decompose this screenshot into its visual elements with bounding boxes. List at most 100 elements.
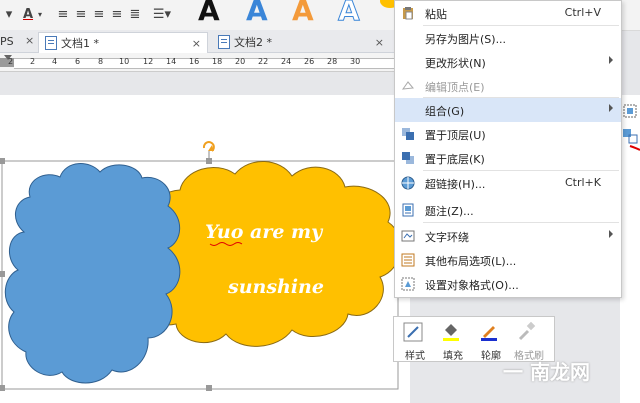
menu-item-text-wrap[interactable]: 文字环绕 xyxy=(395,224,621,248)
menu-label: 编辑顶点(E) xyxy=(425,81,485,94)
resize-handle-bottom xyxy=(206,385,212,391)
ruler-number: 4 xyxy=(52,57,58,66)
justify-icon[interactable]: ≡ xyxy=(110,5,124,23)
ruler-number: 2 xyxy=(30,57,36,66)
caption-icon xyxy=(402,203,414,217)
close-tab-icon[interactable]: × xyxy=(25,34,34,47)
menu-item-hyperlink[interactable]: 超链接(H)... Ctrl+K xyxy=(395,171,621,195)
menu-label: 置于底层(K) xyxy=(425,153,485,166)
ruler-number: 14 xyxy=(166,57,177,66)
text-wrap-icon xyxy=(401,230,415,242)
format-object-icon xyxy=(401,277,415,291)
style-sample-orange[interactable]: A xyxy=(292,0,314,27)
style-button[interactable]: 样式 xyxy=(396,319,430,362)
document-icon xyxy=(45,36,57,50)
layout-options-icon xyxy=(401,253,415,267)
menu-label: 组合(G) xyxy=(425,105,465,118)
text-style-gallery[interactable]: A A A A xyxy=(188,0,398,30)
format-painter-button[interactable]: 格式刷 xyxy=(510,319,544,362)
ruler-number: 20 xyxy=(235,57,246,66)
tab-label: 文档1 * xyxy=(61,37,99,50)
ruler-number: 22 xyxy=(258,57,269,66)
clipboard-icon xyxy=(403,7,413,20)
menu-item-send-to-back[interactable]: 置于底层(K) xyxy=(395,146,621,170)
submenu-arrow-icon xyxy=(609,230,613,238)
menu-item-group[interactable]: 组合(G) xyxy=(395,98,621,122)
chevron-down-icon[interactable]: ▾ xyxy=(36,5,44,23)
menu-label: 超链接(H)... xyxy=(425,178,486,191)
resize-handle-bottom-left xyxy=(0,385,5,391)
ruler-number: 30 xyxy=(350,57,361,66)
ungroup-submenu-icon[interactable] xyxy=(622,128,638,144)
fill-button[interactable]: 填充 xyxy=(434,319,468,362)
menu-item-bring-to-front[interactable]: 置于顶层(U) xyxy=(395,122,621,146)
align-center-icon[interactable]: ≡ xyxy=(74,5,88,23)
paintbrush-icon xyxy=(518,321,536,341)
menu-item-layout-options[interactable]: 其他布局选项(L)... xyxy=(395,248,621,272)
menu-shortcut: Ctrl+K xyxy=(564,176,601,189)
cloud-text-line2: sunshine xyxy=(227,276,324,298)
resize-handle-top-left xyxy=(0,158,5,164)
menu-item-edit-points: 编辑顶点(E) xyxy=(395,74,621,98)
menu-label: 置于顶层(U) xyxy=(425,129,486,142)
submenu-arrow-icon xyxy=(609,56,613,64)
fill-label: 填充 xyxy=(443,351,463,362)
brush-style-icon xyxy=(403,322,423,342)
highlight-icon[interactable]: ▾ xyxy=(2,5,16,23)
document-icon xyxy=(218,35,230,49)
ruler-number: 16 xyxy=(189,57,200,66)
wps-tab-fragment[interactable]: PS xyxy=(0,35,14,48)
ruler-track xyxy=(14,58,395,69)
close-tab-icon[interactable]: × xyxy=(375,36,384,49)
style-label: 样式 xyxy=(405,351,425,362)
submenu-arrow-icon xyxy=(609,104,613,112)
menu-label: 文字环绕 xyxy=(425,231,469,244)
cloud-text-line1: Yuo are my xyxy=(205,221,324,243)
document-tab-bar: PS × 文档1 * × 文档2 * × xyxy=(0,30,395,53)
menu-label: 更改形状(N) xyxy=(425,57,486,70)
menu-item-paste[interactable]: 粘贴 Ctrl+V xyxy=(395,1,621,25)
style-sample-black[interactable]: A xyxy=(198,0,220,27)
resize-handle-left xyxy=(0,271,5,277)
ruler-number: 10 xyxy=(119,57,130,66)
edit-points-icon xyxy=(401,81,414,90)
horizontal-ruler[interactable]: 2 2 4 6 8 10 12 14 16 18 20 22 24 26 28 … xyxy=(0,53,395,72)
menu-label: 题注(Z)... xyxy=(425,205,474,218)
blue-cloud-shape xyxy=(4,163,181,384)
tab-document1[interactable]: 文档1 * × xyxy=(38,32,208,53)
menu-label: 其他布局选项(L)... xyxy=(425,255,517,268)
font-color-button[interactable]: A xyxy=(20,5,36,23)
send-to-back-icon xyxy=(402,152,414,164)
style-sample-outline[interactable]: A xyxy=(338,0,361,28)
menu-label: 粘贴 xyxy=(425,8,447,21)
outline-button[interactable]: 轮廓 xyxy=(472,319,506,362)
close-tab-icon[interactable]: × xyxy=(192,37,201,50)
line-spacing-icon[interactable]: ☰▾ xyxy=(152,5,172,23)
menu-shortcut: Ctrl+V xyxy=(564,6,601,19)
shapes-canvas[interactable]: Yuo are my sunshine xyxy=(0,72,410,403)
align-left-icon[interactable]: ≡ xyxy=(56,5,70,23)
ruler-number: 28 xyxy=(327,57,338,66)
align-right-icon[interactable]: ≡ xyxy=(92,5,106,23)
ruler-number: 8 xyxy=(98,57,104,66)
tab-label: 文档2 * xyxy=(234,36,272,49)
menu-separator xyxy=(423,222,619,223)
pen-outline-icon xyxy=(481,326,497,341)
ruler-number: 26 xyxy=(304,57,315,66)
ruler-number: 6 xyxy=(75,57,81,66)
menu-label: 另存为图片(S)... xyxy=(425,33,507,46)
menu-item-caption[interactable]: 题注(Z)... xyxy=(395,198,621,222)
style-sample-blue[interactable]: A xyxy=(246,0,268,27)
rotate-handle-icon xyxy=(202,141,215,152)
menu-item-change-shape[interactable]: 更改形状(N) xyxy=(395,50,621,74)
distribute-icon[interactable]: ≣ xyxy=(128,5,142,23)
group-submenu-icon[interactable] xyxy=(622,103,638,119)
menu-item-format-object[interactable]: 设置对象格式(O)... xyxy=(395,272,621,296)
fill-bucket-icon xyxy=(443,324,459,341)
menu-item-save-as-picture[interactable]: 另存为图片(S)... xyxy=(395,26,621,50)
bring-to-front-icon xyxy=(402,128,414,140)
ruler-number: 2 xyxy=(8,57,14,66)
watermark-text: 一 南龙网 xyxy=(503,360,590,384)
ruler-number: 24 xyxy=(281,57,292,66)
tab-document2[interactable]: 文档2 * × xyxy=(212,32,390,52)
